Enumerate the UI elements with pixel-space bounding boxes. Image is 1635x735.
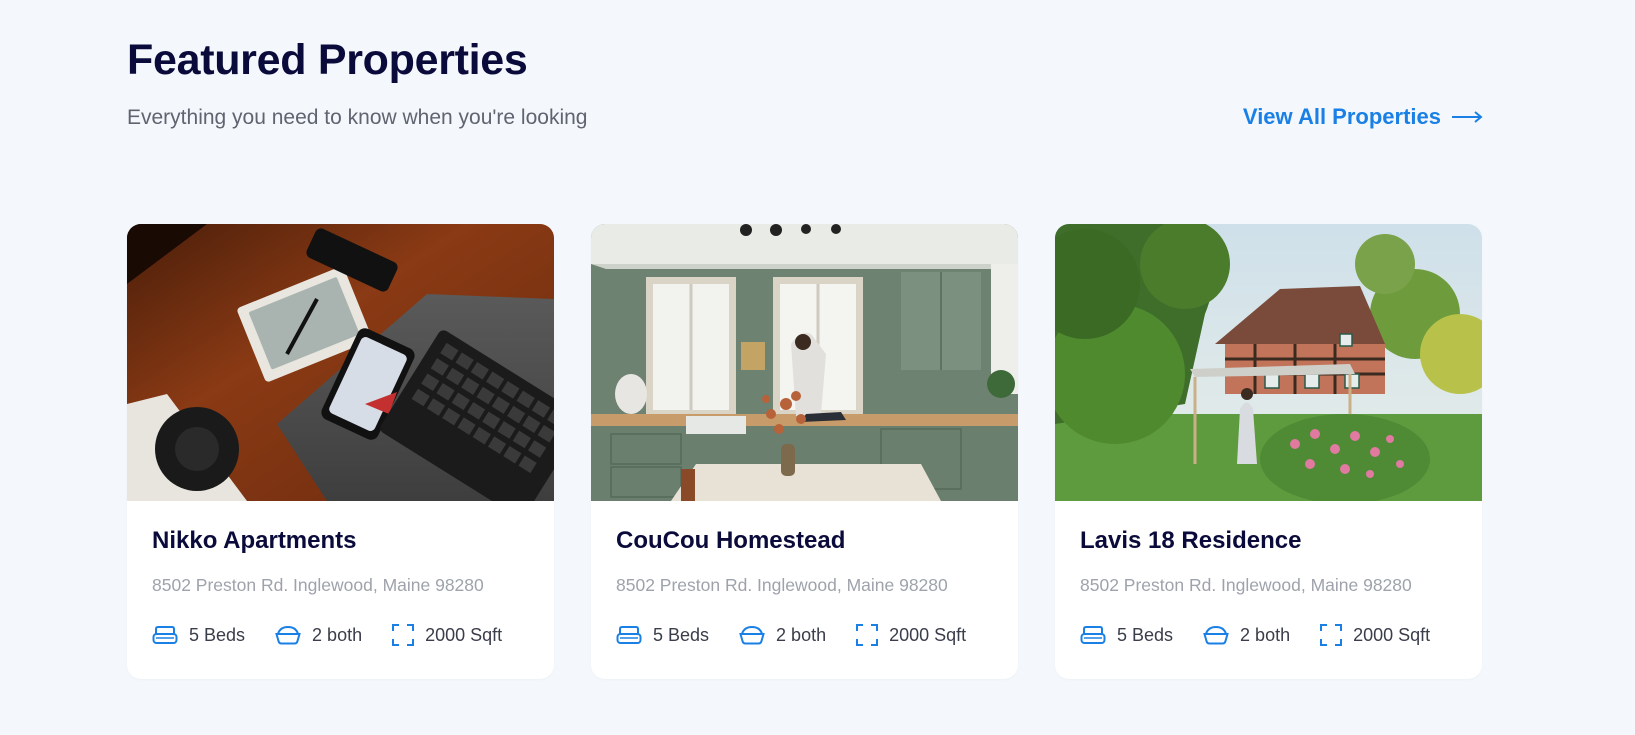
property-card[interactable]: CouCou Homestead 8502 Preston Rd. Inglew… xyxy=(591,224,1018,679)
feature-area: 2000 Sqft xyxy=(856,624,966,646)
section-subtitle: Everything you need to know when you're … xyxy=(127,106,588,129)
desk-workspace-photo xyxy=(127,224,554,501)
property-card[interactable]: Nikko Apartments 8502 Preston Rd. Inglew… xyxy=(127,224,554,679)
property-card-body: Lavis 18 Residence 8502 Preston Rd. Ingl… xyxy=(1055,501,1482,646)
feature-baths: 2 both xyxy=(275,624,362,646)
property-address: 8502 Preston Rd. Inglewood, Maine 98280 xyxy=(152,575,484,595)
feature-beds-label: 5 Beds xyxy=(189,624,246,645)
property-name[interactable]: Lavis 18 Residence xyxy=(1080,527,1457,555)
feature-beds: 5 Beds xyxy=(1080,624,1173,646)
property-features: 5 Beds 2 both 2000 Sqft xyxy=(616,624,993,646)
feature-beds-label: 5 Beds xyxy=(653,624,710,645)
feature-area-label: 2000 Sqft xyxy=(425,624,503,645)
arrow-right-icon xyxy=(1452,111,1483,123)
bed-icon xyxy=(152,626,178,644)
featured-properties-section: Featured Properties Everything you need … xyxy=(127,0,1483,735)
bathtub-icon xyxy=(275,625,301,645)
bathtub-icon xyxy=(1203,625,1229,645)
feature-beds: 5 Beds xyxy=(616,624,709,646)
view-all-label: View All Properties xyxy=(1242,104,1441,129)
feature-baths-label: 2 both xyxy=(1240,624,1291,645)
feature-beds-label: 5 Beds xyxy=(1117,624,1174,645)
view-all-properties-link[interactable]: View All Properties xyxy=(1243,104,1483,130)
property-address: 8502 Preston Rd. Inglewood, Maine 98280 xyxy=(616,575,948,595)
feature-baths-label: 2 both xyxy=(312,624,363,645)
area-frame-icon xyxy=(856,624,879,646)
area-frame-icon xyxy=(392,624,415,646)
section-header: Featured Properties Everything you need … xyxy=(127,0,1483,224)
bathtub-icon xyxy=(739,625,765,645)
timber-house-garden-photo xyxy=(1055,224,1482,501)
property-features: 5 Beds 2 both 2000 Sqft xyxy=(152,624,529,646)
property-address: 8502 Preston Rd. Inglewood, Maine 98280 xyxy=(1080,575,1412,595)
property-card-body: Nikko Apartments 8502 Preston Rd. Inglew… xyxy=(127,501,554,646)
property-card-body: CouCou Homestead 8502 Preston Rd. Inglew… xyxy=(591,501,1018,646)
feature-area: 2000 Sqft xyxy=(1320,624,1430,646)
feature-area-label: 2000 Sqft xyxy=(1353,624,1431,645)
property-name[interactable]: Nikko Apartments xyxy=(152,527,529,555)
property-cards: Nikko Apartments 8502 Preston Rd. Inglew… xyxy=(127,224,1482,679)
feature-area-label: 2000 Sqft xyxy=(889,624,967,645)
property-name[interactable]: CouCou Homestead xyxy=(616,527,993,555)
feature-baths-label: 2 both xyxy=(776,624,827,645)
section-title: Featured Properties xyxy=(127,36,528,84)
area-frame-icon xyxy=(1320,624,1343,646)
feature-beds: 5 Beds xyxy=(152,624,245,646)
feature-baths: 2 both xyxy=(739,624,826,646)
feature-area: 2000 Sqft xyxy=(392,624,502,646)
kitchen-interior-photo xyxy=(591,224,1018,501)
property-features: 5 Beds 2 both 2000 Sqft xyxy=(1080,624,1457,646)
bed-icon xyxy=(616,626,642,644)
property-card[interactable]: Lavis 18 Residence 8502 Preston Rd. Ingl… xyxy=(1055,224,1482,679)
bed-icon xyxy=(1080,626,1106,644)
feature-baths: 2 both xyxy=(1203,624,1290,646)
